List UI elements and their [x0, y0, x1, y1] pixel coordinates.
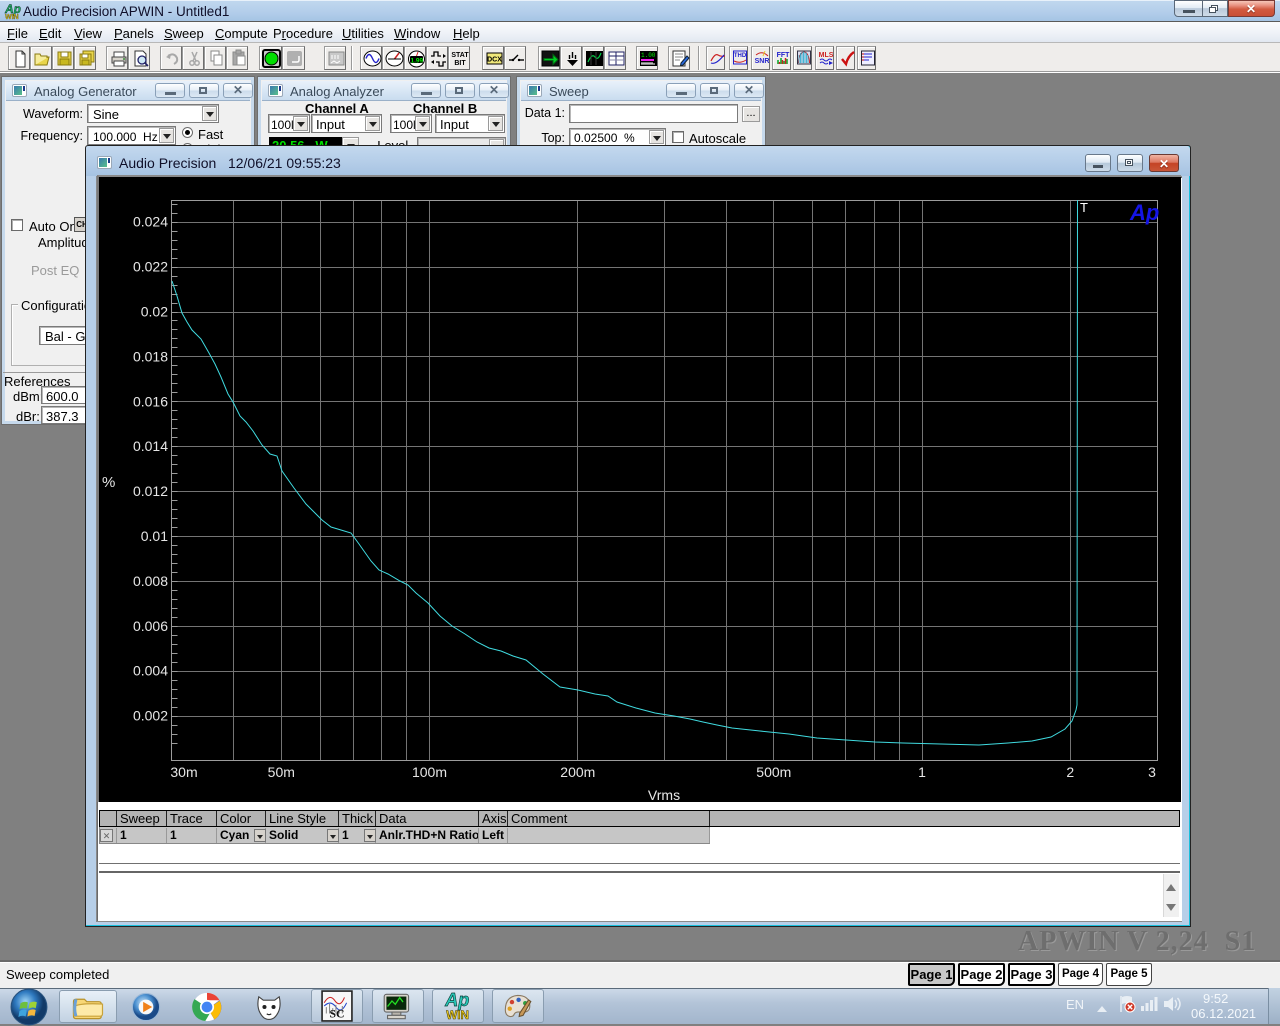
svg-text:DCX: DCX — [487, 57, 502, 64]
svg-text:100m: 100m — [412, 764, 447, 780]
svg-text:1.00: 1.00 — [641, 52, 656, 59]
svg-text:0.004: 0.004 — [133, 663, 168, 679]
svg-text:0.002: 0.002 — [133, 708, 168, 724]
svg-text:0.014: 0.014 — [133, 438, 168, 454]
svg-text:0.02: 0.02 — [141, 304, 168, 320]
svg-text:SC: SC — [330, 1008, 345, 1021]
svg-text:50m: 50m — [268, 764, 295, 780]
svg-text:0.012: 0.012 — [133, 483, 168, 499]
svg-text:Vrms: Vrms — [648, 787, 680, 801]
svg-text:1.99: 1.99 — [411, 57, 424, 64]
svg-text:%: % — [102, 474, 115, 491]
svg-text:FFT: FFT — [777, 52, 791, 59]
svg-text:0.024: 0.024 — [133, 214, 168, 230]
svg-text:30m: 30m — [170, 764, 197, 780]
svg-text:200m: 200m — [560, 764, 595, 780]
svg-text:MLS: MLS — [819, 52, 834, 59]
svg-text:0.022: 0.022 — [133, 259, 168, 275]
svg-text:THD: THD — [734, 53, 747, 59]
svg-text:SNR: SNR — [755, 58, 770, 65]
svg-text:STAT: STAT — [451, 52, 469, 59]
svg-text:1: 1 — [918, 764, 926, 780]
svg-text:3: 3 — [1148, 764, 1156, 780]
svg-text:T: T — [1080, 200, 1088, 215]
svg-text:WIN: WIN — [446, 1009, 469, 1022]
svg-text:0.016: 0.016 — [133, 393, 168, 409]
svg-text:0.01: 0.01 — [141, 528, 168, 544]
svg-text:2: 2 — [1066, 764, 1074, 780]
svg-text:Ap: Ap — [1129, 200, 1159, 225]
svg-text:BIT: BIT — [454, 60, 466, 67]
svg-text:500m: 500m — [756, 764, 791, 780]
svg-text:Ap: Ap — [444, 990, 469, 1010]
svg-text:WIN: WIN — [5, 14, 19, 20]
svg-text:0.018: 0.018 — [133, 348, 168, 364]
svg-text:0.008: 0.008 — [133, 573, 168, 589]
svg-text:0.006: 0.006 — [133, 618, 168, 634]
